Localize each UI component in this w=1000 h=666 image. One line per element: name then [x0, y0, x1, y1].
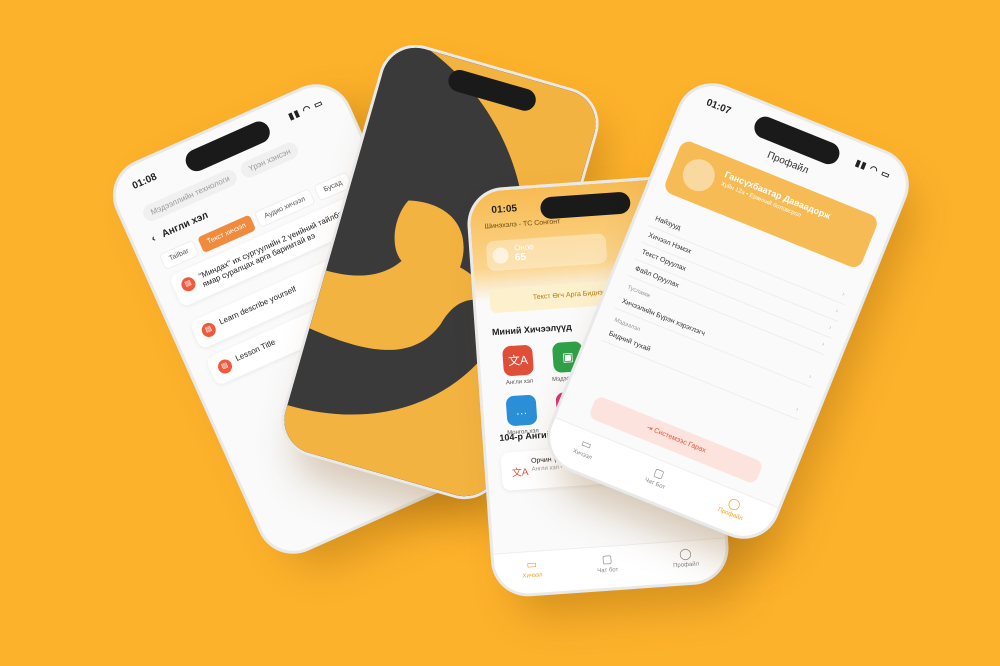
lesson-title: Lesson Title [234, 337, 277, 364]
avatar [677, 154, 720, 196]
lesson-title: Learn describe yourself [217, 284, 298, 327]
coin-icon [492, 246, 510, 265]
chevron-right-icon: › [794, 405, 800, 414]
status-time: 01:08 [130, 171, 159, 192]
user-icon: ◯ [678, 547, 692, 561]
translate-icon: 文A [511, 467, 529, 480]
status-time: 01:05 [491, 203, 518, 216]
signal-wifi-battery-icon: ▮▮ ◠ ▭ [853, 157, 893, 181]
course-tile[interactable]: 文A Англи хэл [499, 344, 538, 394]
chevron-right-icon: › [820, 340, 826, 349]
course-label: Англи хэл [505, 378, 534, 387]
chevron-right-icon: › [841, 290, 846, 299]
tab-profile[interactable]: ◯ Профайл [672, 546, 701, 583]
chat-icon: ▢ [601, 553, 613, 567]
book-icon: ▭ [526, 558, 538, 572]
document-icon: ▤ [199, 320, 219, 340]
tab-lessons[interactable]: ▭ Хичээл [567, 434, 599, 474]
document-icon: ▤ [179, 275, 198, 294]
tab-lessons[interactable]: ▭ Хичээл [521, 557, 543, 593]
chevron-right-icon: › [807, 373, 813, 381]
chevron-right-icon: › [834, 307, 840, 315]
course-icon: 文A [502, 344, 535, 377]
tab-chatbot[interactable]: ▢ Чат бот [596, 552, 619, 588]
tab-chatbot[interactable]: ▢ Чат Бот [638, 463, 671, 504]
document-icon: ▤ [215, 357, 235, 376]
course-icon: … [505, 394, 538, 427]
tab-bar: ▭ Хичээл ▢ Чат бот ◯ Профайл [493, 537, 728, 596]
status-time: 01:07 [704, 97, 733, 117]
section-title: Миний Хичээлүүд [491, 321, 573, 338]
signal-wifi-battery-icon: ▮▮ ◠ ▭ [286, 97, 325, 122]
back-arrow-icon[interactable]: ‹ [150, 233, 158, 244]
profile-subtitle: Хуйн 12а • Ерөнхий боловсрол [719, 181, 802, 220]
chevron-right-icon: › [827, 324, 833, 332]
